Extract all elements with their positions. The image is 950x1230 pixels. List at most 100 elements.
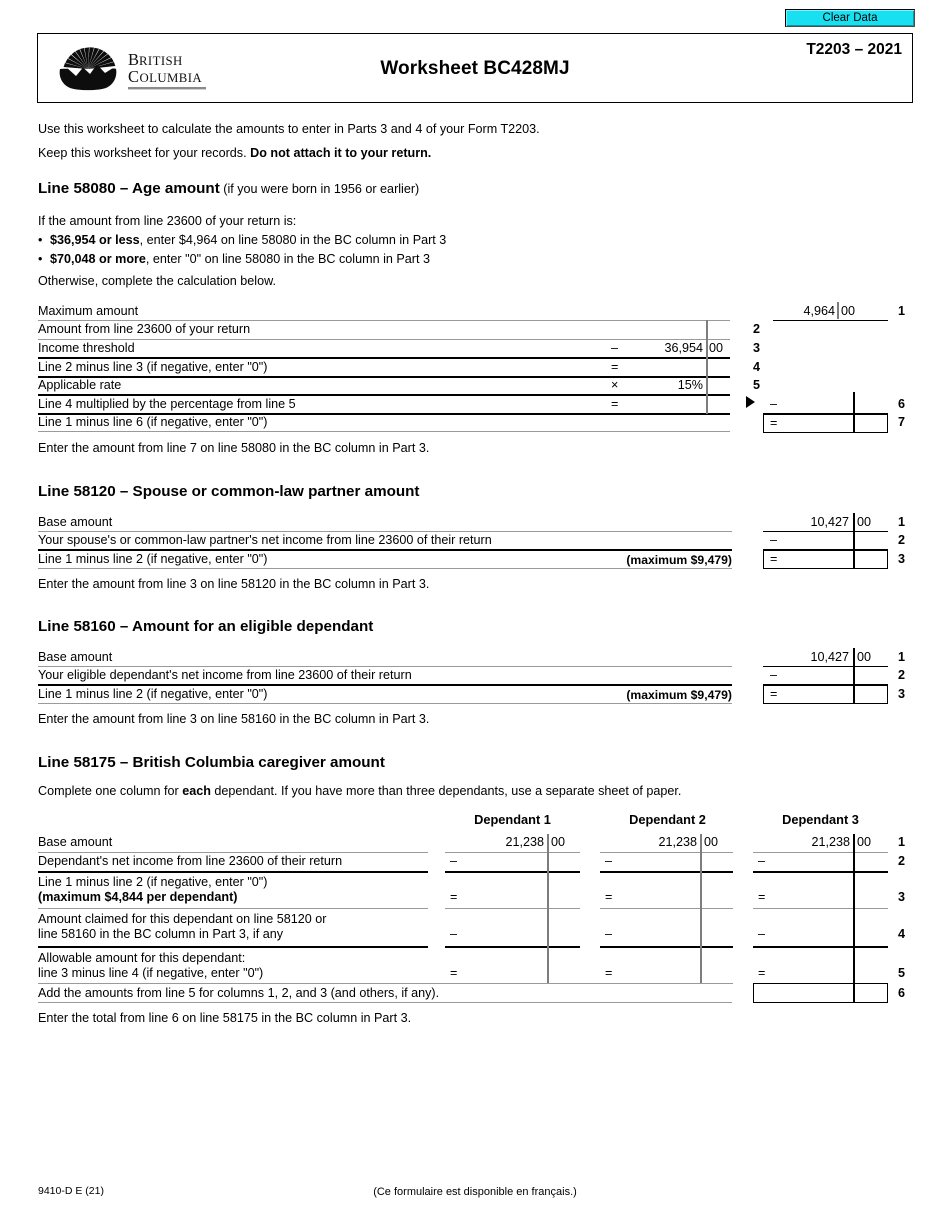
spouse-lineno-1: 1 [898,515,906,529]
age-line-6-cents-input[interactable] [856,396,884,412]
eligdep-row-3-label: Line 1 minus line 2 (if negative, enter … [38,687,268,701]
clear-data-container: Clear Data [785,8,915,27]
spouse-rule-3 [38,568,732,569]
spouse-line-2-cents-input[interactable] [856,532,885,548]
dep2-row-3-op: = [605,890,613,904]
caregiver-line-6-cents-input[interactable] [856,985,885,1001]
dep2-line-5-input[interactable] [617,965,699,981]
spouse-cents-divider-3 [853,549,855,569]
caregiver-rule-3 [38,908,428,909]
clear-data-button[interactable]: Clear Data [785,9,915,27]
spouse-row-2-label: Your spouse's or common-law partner's ne… [38,533,492,547]
dep2-cents-divider [700,834,702,983]
age-line-2-input[interactable] [620,322,704,338]
spouse-footer-note: Enter the amount from line 3 on line 581… [38,577,430,591]
spouse-row-3-label: Line 1 minus line 2 (if negative, enter … [38,552,268,566]
spouse-line-2-input[interactable] [782,532,850,548]
dep1-rule-3 [445,908,580,909]
spouse-line-3-input[interactable] [782,551,850,567]
intro-line-2: Keep this worksheet for your records. Do… [38,146,431,161]
age-row-3-label: Income threshold [38,341,135,355]
age-lineno-2: 2 [753,322,761,336]
eligdep-lineno-3: 3 [898,687,906,701]
age-line-4-input[interactable] [620,360,704,376]
age-row-2-label: Amount from line 23600 of your return [38,322,251,336]
age-line-7-cents-divider [853,413,855,433]
caregiver-row-5-label-line2: line 3 minus line 4 (if negative, enter … [38,966,264,980]
dep2-line-2-input[interactable] [617,853,699,869]
age-row-5-rate: 15% [677,378,703,392]
caregiver-rule-6 [38,1002,732,1003]
caregiver-instruction-prefix: Complete one column for [38,784,183,798]
dep3-rule-2 [753,871,888,873]
intro-line-2-text: Keep this worksheet for your records. [38,146,251,160]
age-line-7-input[interactable] [782,415,850,431]
dep2-line-4-input[interactable] [617,926,699,942]
age-row-7-right-op: = [770,416,778,430]
dep3-rule-3 [753,908,888,909]
eligdep-line-2-cents-input[interactable] [856,667,885,683]
caregiver-row-1-label: Base amount [38,835,113,849]
age-bullet-2-bold: $70,048 or more [50,252,146,266]
age-lineno-1: 1 [898,304,906,318]
eligdep-line-3-input[interactable] [782,686,850,702]
dep3-line-2-input[interactable] [770,853,852,869]
age-rule-1 [38,320,730,321]
dep3-line-5-input[interactable] [770,965,852,981]
caregiver-row-2-label: Dependant's net income from line 23600 o… [38,854,343,868]
caregiver-lineno-3: 3 [898,890,906,904]
eligdep-line-2-input[interactable] [782,667,850,683]
section-heading-sub: (if you were born in 1956 or earlier) [219,182,420,196]
caregiver-lineno-2: 2 [898,854,906,868]
age-lineno-5: 5 [753,378,761,392]
column-header-dependant-1: Dependant 1 [474,812,551,827]
age-row-7-label: Line 1 minus line 6 (if negative, enter … [38,415,268,429]
age-line-7-cents-input[interactable] [856,415,885,431]
caregiver-instruction-suffix: dependant. If you have more than three d… [210,784,682,798]
dep1-line-4-input[interactable] [462,926,546,942]
caregiver-row-3-label-line2: (maximum $4,844 per dependant) [38,890,238,904]
age-right-cents-divider-6 [853,392,855,414]
eligdep-row-3-op: = [770,687,778,701]
dep2-row-2-op: – [605,854,613,868]
caregiver-line-6-cents-divider [853,983,855,1003]
caregiver-rule-2 [38,871,428,873]
dep2-rule-4 [600,946,733,948]
dep1-rule-2 [445,871,580,873]
age-line-6-mid-input[interactable] [620,397,704,413]
caregiver-row-4-label-line2: line 58160 in the BC column in Part 3, i… [38,927,284,941]
dep2-line-3-input[interactable] [617,889,699,905]
spouse-row-1-label: Base amount [38,515,113,529]
dep1-line-2-input[interactable] [462,853,546,869]
eligdep-line-3-cents-input[interactable] [856,686,885,702]
dep2-row-4-op: – [605,927,613,941]
age-row-4-op: = [611,360,619,374]
eligdep-lineno-2: 2 [898,668,906,682]
age-mid-cents-divider [706,320,708,414]
dep1-rule-4 [445,946,580,948]
dep1-line-5-input[interactable] [462,965,546,981]
spouse-row-1-amount: 10,427 [810,515,849,529]
dep1-rule-5 [445,983,580,984]
spouse-line-3-cents-input[interactable] [856,551,885,567]
age-bullet-1-bold: $36,954 or less [50,233,140,247]
dep2-rule-3 [600,908,733,909]
age-intro-line: If the amount from line 23600 of your re… [38,214,297,228]
dep3-line-4-input[interactable] [770,926,852,942]
dep3-row-1-amount: 21,238 [811,835,850,849]
dep3-row-4-op: – [758,927,766,941]
caregiver-line-6-input[interactable] [758,985,850,1001]
dep1-line-3-input[interactable] [462,889,546,905]
age-footer-note: Enter the amount from line 7 on line 580… [38,441,430,455]
age-row-6-right-op: – [770,397,778,411]
age-rule-2 [38,339,730,340]
age-line-6-input[interactable] [782,396,850,412]
eligdep-cents-divider-1 [853,648,855,666]
age-rule-7 [38,431,730,432]
eligdep-row-1-cents: 00 [857,650,872,664]
eligdep-cents-divider-3 [853,684,855,704]
dep3-line-3-input[interactable] [770,889,852,905]
eligdep-row-2-label: Your eligible dependant's net income fro… [38,668,412,682]
dep3-row-5-op: = [758,966,766,980]
age-lineno-4: 4 [753,360,761,374]
